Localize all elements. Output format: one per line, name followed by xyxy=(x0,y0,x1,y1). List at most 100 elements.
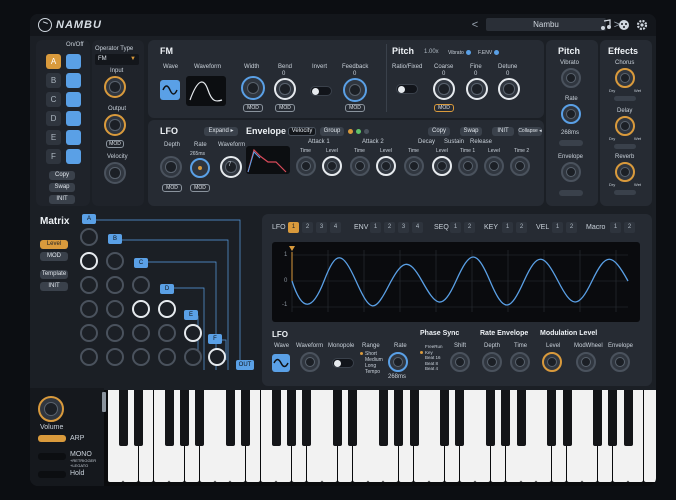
chorus-mod-button[interactable] xyxy=(614,96,636,101)
op-b-toggle[interactable] xyxy=(66,73,81,88)
black-key[interactable] xyxy=(164,390,174,446)
matrix-knob[interactable] xyxy=(132,300,150,318)
gamepad-icon[interactable] xyxy=(618,18,630,30)
lfo-tab-1[interactable]: 1 xyxy=(288,222,299,233)
op-b-button[interactable]: B xyxy=(46,73,61,88)
lfo-bottom-rate-knob[interactable] xyxy=(388,352,408,372)
macro-tab-1[interactable]: 1 xyxy=(610,222,621,233)
reverb-mod-button[interactable] xyxy=(614,190,636,195)
black-key[interactable] xyxy=(241,390,251,446)
env-swap-button[interactable]: Swap xyxy=(460,127,482,136)
matrix-knob[interactable] xyxy=(184,324,202,342)
expand-button[interactable]: Expand ▸ xyxy=(204,127,238,136)
bend-mod-button[interactable]: MOD xyxy=(275,104,295,112)
mod-level-knob[interactable] xyxy=(542,352,562,372)
matrix-knob[interactable] xyxy=(106,348,124,366)
lfo-tab-4[interactable]: 4 xyxy=(330,222,341,233)
black-key[interactable] xyxy=(623,390,633,446)
black-key[interactable] xyxy=(134,390,144,446)
a1-time-knob[interactable] xyxy=(296,156,316,176)
swap-button[interactable]: Swap xyxy=(49,183,75,192)
phase-shift-knob[interactable] xyxy=(450,352,470,372)
matrix-knob[interactable] xyxy=(158,324,176,342)
group-dot[interactable] xyxy=(348,129,353,134)
matrix-knob[interactable] xyxy=(80,348,98,366)
arp-toggle[interactable] xyxy=(38,435,66,442)
op-a-button[interactable]: A xyxy=(46,54,61,69)
env-tab-2[interactable]: 2 xyxy=(384,222,395,233)
black-key[interactable] xyxy=(118,390,128,446)
lfo-rate-knob[interactable] xyxy=(190,158,210,178)
black-key[interactable] xyxy=(195,390,205,446)
op-a-toggle[interactable] xyxy=(66,54,81,69)
black-key[interactable] xyxy=(608,390,618,446)
delay-knob[interactable] xyxy=(615,116,635,136)
env-tab-3[interactable]: 3 xyxy=(398,222,409,233)
invert-toggle[interactable] xyxy=(310,86,332,96)
env-copy-button[interactable]: Copy xyxy=(428,127,450,136)
matrix-knob[interactable] xyxy=(106,300,124,318)
group-dot[interactable] xyxy=(356,129,361,134)
velocity-knob[interactable] xyxy=(104,162,126,184)
collapse-button[interactable]: Collapse ◂ xyxy=(518,127,542,136)
reverb-knob[interactable] xyxy=(615,162,635,182)
black-key[interactable] xyxy=(409,390,419,446)
black-key[interactable] xyxy=(394,390,404,446)
pitch-envelope-knob[interactable] xyxy=(561,162,581,182)
matrix-knob[interactable] xyxy=(106,276,124,294)
sustain-level-knob[interactable] xyxy=(432,156,452,176)
pitch-env-mod-button[interactable] xyxy=(559,190,583,196)
ratio-fixed-toggle[interactable] xyxy=(396,84,418,94)
decay-time-knob[interactable] xyxy=(404,156,424,176)
env-tab-1[interactable]: 1 xyxy=(370,222,381,233)
op-c-button[interactable]: C xyxy=(46,92,61,107)
op-c-toggle[interactable] xyxy=(66,92,81,107)
monopole-toggle[interactable] xyxy=(332,358,354,368)
op-e-toggle[interactable] xyxy=(66,130,81,145)
preset-name[interactable]: Nambu xyxy=(486,18,606,31)
coarse-mod-button[interactable]: MOD xyxy=(434,104,454,112)
lfo-tab-3[interactable]: 3 xyxy=(316,222,327,233)
lfo-depth-mod-button[interactable]: MOD xyxy=(162,184,182,192)
black-key[interactable] xyxy=(455,390,465,446)
matrix-knob[interactable] xyxy=(184,348,202,366)
black-key[interactable] xyxy=(180,390,189,446)
lfo-depth-knob[interactable] xyxy=(160,156,182,178)
black-key[interactable] xyxy=(501,390,511,446)
range-option-tempo[interactable]: Tempo xyxy=(360,369,383,375)
width-knob[interactable] xyxy=(241,76,265,100)
output-knob[interactable] xyxy=(104,114,126,136)
feedback-mod-button[interactable]: MOD xyxy=(345,104,365,112)
volume-knob[interactable] xyxy=(38,396,64,422)
chorus-knob[interactable] xyxy=(615,68,635,88)
keyboard-scroll-handle[interactable] xyxy=(102,392,106,412)
operator-type-select[interactable]: FM ▼ xyxy=(95,54,139,65)
lfo-bottom-waveform-knob[interactable] xyxy=(300,352,320,372)
fenv-indicator[interactable] xyxy=(494,50,499,55)
matrix-knob[interactable] xyxy=(80,276,98,294)
velocity-button[interactable]: Velocity xyxy=(288,127,316,136)
mod-envelope-knob[interactable] xyxy=(610,352,630,372)
a1-level-knob[interactable] xyxy=(322,156,342,176)
output-mod-button[interactable]: MOD xyxy=(106,140,124,148)
black-key[interactable] xyxy=(302,390,312,446)
matrix-knob[interactable] xyxy=(132,348,150,366)
black-key[interactable] xyxy=(593,390,603,446)
sine-wave-button[interactable] xyxy=(160,80,180,100)
key-tab-2[interactable]: 2 xyxy=(516,222,527,233)
env-init-button[interactable]: INIT xyxy=(492,127,514,136)
matrix-knob[interactable] xyxy=(158,348,176,366)
a2-time-knob[interactable] xyxy=(350,156,370,176)
black-key[interactable] xyxy=(440,390,450,446)
modwheel-knob[interactable] xyxy=(576,352,596,372)
release-time2-knob[interactable] xyxy=(510,156,530,176)
pitch-rate-mod-button[interactable] xyxy=(559,140,583,146)
pitch-rate-knob[interactable] xyxy=(561,104,581,124)
feedback-knob[interactable] xyxy=(343,78,367,102)
group-dot[interactable] xyxy=(364,129,369,134)
black-key[interactable] xyxy=(271,390,281,446)
macro-tab-2[interactable]: 2 xyxy=(624,222,635,233)
black-key[interactable] xyxy=(378,390,388,446)
black-key[interactable] xyxy=(547,390,557,446)
detune-knob[interactable] xyxy=(498,78,520,100)
